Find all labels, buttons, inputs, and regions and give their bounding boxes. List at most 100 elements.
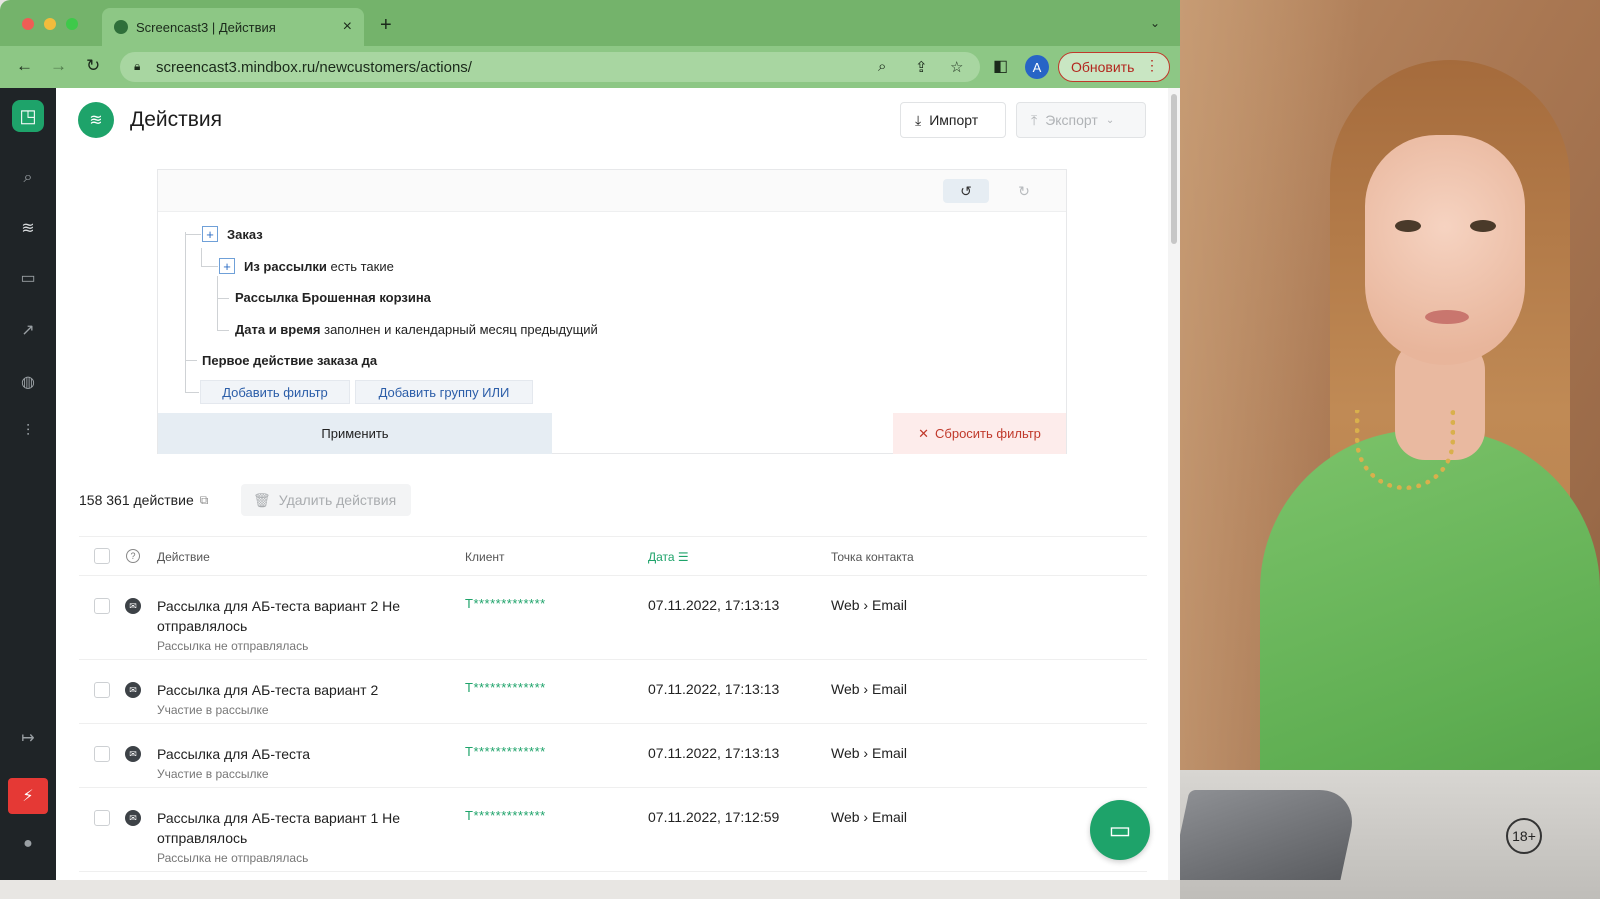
column-header-client[interactable]: Клиент: [465, 550, 505, 564]
touchpoint: Web › Email: [831, 809, 908, 825]
sliders-icon[interactable]: ⫶: [16, 420, 40, 444]
expand-plus-icon[interactable]: +: [202, 226, 218, 242]
row-checkbox[interactable]: [94, 746, 110, 762]
mindbox-logo-icon[interactable]: ◳: [12, 100, 44, 132]
forward-icon[interactable]: →: [50, 56, 67, 76]
search-icon[interactable]: ⌕: [16, 166, 40, 190]
reload-icon[interactable]: ↻: [86, 56, 100, 76]
close-window-button[interactable]: [22, 18, 34, 30]
table-row[interactable]: ✉︎ Рассылка для АБ-теста вариант 2 Не от…: [79, 576, 1147, 660]
filter-builder: ↺ ↻ + Заказ + Из рассылки есть такие Рас…: [157, 169, 1067, 454]
update-button[interactable]: Обновить ⋮: [1058, 52, 1170, 82]
column-header-date[interactable]: Дата ☰: [648, 550, 689, 564]
tab-title: Screencast3 | Действия: [136, 19, 276, 35]
minimize-window-button[interactable]: [44, 18, 56, 30]
tab-list-chevron-icon[interactable]: ⌄: [1150, 16, 1160, 30]
table-header: ? Действие Клиент Дата ☰ Точка контакта: [79, 536, 1147, 576]
export-button[interactable]: ⤒ Экспорт ⌄: [1016, 102, 1146, 138]
action-subtitle: Участие в рассылке: [157, 767, 269, 781]
browser-tab[interactable]: Screencast3 | Действия ×: [102, 8, 364, 46]
logout-icon[interactable]: ↦: [16, 726, 40, 750]
touchpoint: Web › Email: [831, 745, 908, 761]
screen: 18+ Screencast3 | Действия × + ⌄ ← → ↻ 🔒…: [0, 0, 1600, 899]
filter-row-order[interactable]: Заказ: [227, 227, 263, 242]
action-date: 07.11.2022, 17:13:13: [648, 597, 780, 613]
client-link[interactable]: Т*************: [465, 744, 546, 759]
action-title[interactable]: Рассылка для АБ-теста вариант 2: [157, 680, 427, 700]
presenter-lips: [1425, 310, 1469, 324]
reset-filter-button[interactable]: ✕ Сбросить фильтр: [893, 413, 1066, 454]
column-header-touchpoint[interactable]: Точка контакта: [831, 550, 914, 564]
actions-count: 158 361 действие ⧉: [79, 492, 208, 508]
chat-icon[interactable]: ▭: [1090, 800, 1150, 860]
url-text: screencast3.mindbox.ru/newcustomers/acti…: [156, 59, 472, 76]
presenter-face: [1365, 135, 1525, 365]
filter-row-from-mailing[interactable]: Из рассылки есть такие: [244, 259, 394, 274]
browser-menu-icon[interactable]: ⋮: [1145, 57, 1159, 74]
layers-icon[interactable]: ≋: [16, 216, 40, 240]
undo-icon[interactable]: ↺: [943, 179, 989, 203]
chart-icon[interactable]: ↗: [16, 318, 40, 342]
filter-row-first-action[interactable]: Первое действие заказа да: [202, 353, 377, 368]
client-link[interactable]: Т*************: [465, 808, 546, 823]
filter-row-mailing[interactable]: Рассылка Брошенная корзина: [235, 290, 431, 305]
new-tab-icon[interactable]: +: [380, 14, 392, 37]
import-label: Импорт: [929, 112, 979, 128]
share-icon[interactable]: ⇪: [915, 58, 928, 76]
action-subtitle: Участие в рассылке: [157, 703, 269, 717]
sidebar-toggle-icon[interactable]: ◧: [993, 56, 1008, 76]
client-link[interactable]: Т*************: [465, 596, 546, 611]
select-all-checkbox[interactable]: [94, 548, 110, 564]
tree-line: [185, 360, 197, 361]
apply-button[interactable]: Применить: [158, 413, 552, 454]
globe-icon[interactable]: ◍: [16, 370, 40, 394]
add-filter-button[interactable]: Добавить фильтр: [200, 380, 350, 404]
touchpoint: Web › Email: [831, 597, 908, 613]
presenter-video: [1180, 0, 1600, 899]
filter-header: ↺ ↻: [158, 170, 1066, 212]
action-title[interactable]: Рассылка для АБ-теста вариант 2 Не отпра…: [157, 596, 427, 636]
row-checkbox[interactable]: [94, 810, 110, 826]
close-icon: ✕: [918, 425, 929, 441]
help-icon[interactable]: ?: [126, 549, 140, 563]
action-title[interactable]: Рассылка для АБ-теста: [157, 744, 427, 764]
copy-icon[interactable]: ⧉: [200, 493, 209, 508]
redo-icon[interactable]: ↻: [1001, 179, 1047, 203]
upload-icon: ⤒: [1031, 111, 1038, 128]
user-icon[interactable]: ●: [16, 832, 40, 856]
row-checkbox[interactable]: [94, 682, 110, 698]
filter-row-datetime[interactable]: Дата и время заполнен и календарный меся…: [235, 322, 598, 337]
address-bar[interactable]: 🔒︎ screencast3.mindbox.ru/newcustomers/a…: [120, 52, 980, 82]
action-title[interactable]: Рассылка для АБ-теста вариант 1 Не отпра…: [157, 808, 427, 848]
bookmark-star-icon[interactable]: ☆: [950, 58, 963, 76]
mailing-action-icon: ✉︎: [125, 810, 141, 826]
browser-window: Screencast3 | Действия × + ⌄ ← → ↻ 🔒︎ sc…: [0, 0, 1180, 880]
table-row[interactable]: ✉︎ Рассылка для АБ-теста вариант 2 Участ…: [79, 660, 1147, 724]
back-icon[interactable]: ←: [16, 56, 33, 76]
touchpoint: Web › Email: [831, 681, 908, 697]
briefcase-icon[interactable]: ▭: [16, 266, 40, 290]
maximize-window-button[interactable]: [66, 18, 78, 30]
table-row[interactable]: ✉︎ Рассылка для АБ-теста Участие в рассы…: [79, 724, 1147, 788]
scrollbar-thumb[interactable]: [1171, 94, 1177, 244]
zoom-icon[interactable]: ⌕: [878, 58, 886, 75]
tree-line: [185, 232, 186, 392]
delete-actions-button[interactable]: 🗑︎ Удалить действия: [241, 484, 411, 516]
tree-line: [217, 330, 229, 331]
profile-avatar[interactable]: A: [1025, 55, 1049, 79]
bolt-icon[interactable]: ⚡︎: [8, 778, 48, 814]
browser-toolbar: ← → ↻ 🔒︎ screencast3.mindbox.ru/newcusto…: [0, 46, 1180, 88]
add-or-group-button[interactable]: Добавить группу ИЛИ: [355, 380, 533, 404]
client-link[interactable]: Т*************: [465, 680, 546, 695]
actions-section-icon: ≋: [78, 102, 114, 138]
row-checkbox[interactable]: [94, 598, 110, 614]
mailing-action-icon: ✉︎: [125, 682, 141, 698]
tab-close-icon[interactable]: ×: [343, 18, 352, 36]
tree-line: [217, 276, 218, 330]
download-icon: ⤓: [915, 111, 922, 128]
delete-actions-label: Удалить действия: [278, 492, 397, 508]
table-row[interactable]: ✉︎ Рассылка для АБ-теста вариант 1 Не от…: [79, 788, 1147, 872]
import-button[interactable]: ⤓ Импорт: [900, 102, 1006, 138]
expand-plus-icon[interactable]: +: [219, 258, 235, 274]
column-header-action[interactable]: Действие: [157, 550, 210, 564]
